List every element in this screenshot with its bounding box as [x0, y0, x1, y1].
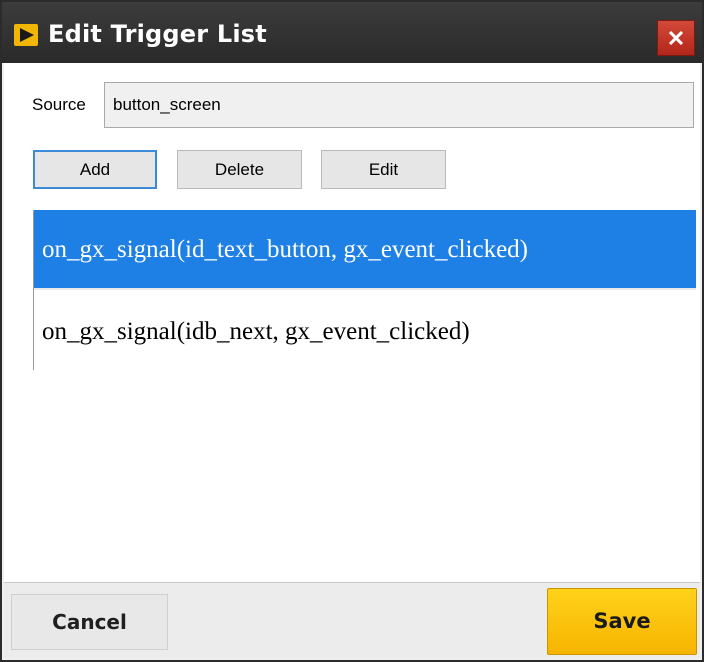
- trigger-list-item[interactable]: on_gx_signal(idb_next, gx_event_clicked): [34, 290, 696, 370]
- source-label: Source: [32, 95, 86, 114]
- play-arrow-icon: [14, 24, 38, 46]
- delete-button[interactable]: Delete: [177, 150, 302, 189]
- trigger-list[interactable]: on_gx_signal(id_text_button, gx_event_cl…: [33, 210, 696, 370]
- trigger-list-item-selected[interactable]: on_gx_signal(id_text_button, gx_event_cl…: [34, 210, 696, 290]
- edit-button[interactable]: Edit: [321, 150, 446, 189]
- source-input[interactable]: button_screen: [104, 82, 694, 128]
- cancel-button[interactable]: Cancel: [11, 594, 168, 650]
- add-button[interactable]: Add: [33, 150, 157, 189]
- title-bar[interactable]: Edit Trigger List: [2, 2, 702, 63]
- close-button[interactable]: [657, 20, 695, 56]
- close-icon: [669, 31, 683, 45]
- save-button[interactable]: Save: [547, 588, 697, 655]
- edit-trigger-list-dialog: Edit Trigger List Source button_screen A…: [0, 0, 704, 662]
- dialog-title: Edit Trigger List: [48, 20, 267, 48]
